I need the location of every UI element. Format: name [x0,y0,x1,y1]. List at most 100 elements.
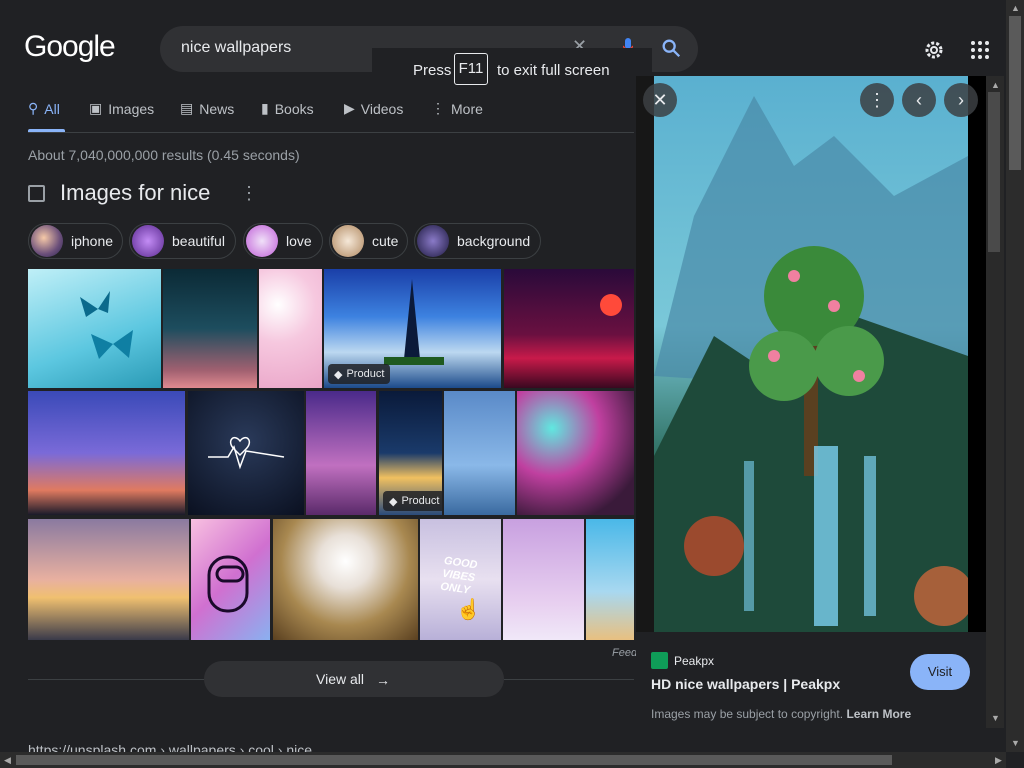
chevron-left-icon[interactable]: ‹ [902,83,936,117]
image-butterflies[interactable] [28,269,161,388]
chip-cute[interactable]: cute [329,223,408,259]
image-night-lake[interactable]: ◆ Product [379,391,442,515]
tab-videos[interactable]: ▶ Videos [344,100,403,117]
tab-books[interactable]: ▮ Books [261,100,314,117]
chip-beautiful[interactable]: beautiful [129,223,236,259]
tab-more[interactable]: ⋮ More [431,100,483,117]
scroll-right-icon[interactable]: ▶ [995,755,1002,766]
chip-label: iphone [71,233,114,249]
chip-iphone[interactable]: iphone [28,223,123,259]
tab-label: All [44,100,60,117]
tab-news[interactable]: ▤ News [180,100,234,117]
product-badge: ◆ Product [328,364,391,384]
chip-background[interactable]: background [414,223,541,259]
chip-label: background [457,233,531,249]
image-red-moon[interactable] [504,269,634,388]
search-input[interactable]: nice wallpapers [181,39,291,57]
good-vibes-artwork: GOOD VIBES ONLY [439,554,479,597]
preview-image[interactable] [654,76,974,632]
image-purple-palms[interactable] [306,391,376,515]
images-heading: Images for nice [28,180,210,206]
chip-thumbnail [132,225,164,257]
image-pink-marshmallows[interactable] [259,269,322,388]
chip-label: love [286,233,312,249]
scroll-down-icon[interactable]: ▼ [1011,738,1020,748]
source-site[interactable]: Peakpx [651,652,714,669]
badge-label: Product [401,495,440,507]
view-all-button[interactable]: View all → [204,661,504,697]
visit-button[interactable]: Visit [910,654,970,690]
tooltip-press: Press [413,62,452,79]
tag-icon: ◆ [334,368,343,381]
close-icon[interactable]: ✕ [643,83,677,117]
image-bridge-sunset[interactable] [28,519,189,640]
moon-graphic [600,294,622,316]
apps-grid-icon[interactable] [970,40,990,60]
search-icon[interactable] [660,37,682,59]
more-vert-icon: ⋮ [431,100,445,116]
scroll-down-icon[interactable]: ▼ [991,713,1000,723]
chip-label: beautiful [172,233,225,249]
tab-label: Books [274,100,314,117]
image-blue-tree[interactable] [444,391,515,515]
video-icon: ▶ [344,100,355,116]
google-logo[interactable]: Google [24,30,116,64]
fantasy-tree-artwork [654,76,974,632]
images-title[interactable]: Images for nice [60,180,210,206]
scrollbar-corner [1006,752,1024,768]
view-all-divider-left [28,679,204,680]
image-good-vibes[interactable]: GOOD VIBES ONLY ☝ [420,519,501,640]
more-vert-icon[interactable]: ⋮ [240,183,258,204]
image-pastel-palms[interactable] [503,519,584,640]
heartbeat-graphic [208,437,285,470]
image-icon [28,184,45,202]
product-badge: ◆ Product [383,491,442,511]
view-all-divider-right [504,679,634,680]
chip-thumbnail [31,225,63,257]
tabs-divider [28,132,634,133]
preview-image-edge [968,76,986,632]
book-icon: ▮ [261,100,269,116]
image-heartbeat[interactable] [188,391,304,515]
result-stats: About 7,040,000,000 results (0.45 second… [28,147,300,163]
news-icon: ▤ [180,100,194,116]
chip-thumbnail [246,225,278,257]
preview-title[interactable]: HD nice wallpapers | Peakpx [651,676,840,692]
image-giraffe[interactable] [586,519,634,640]
scroll-left-icon[interactable]: ◀ [4,755,11,766]
image-palm-night[interactable] [163,269,257,388]
gear-icon[interactable] [922,38,946,62]
source-name: Peakpx [674,653,715,668]
search-icon: ⚲ [28,100,39,116]
page-vertical-scrollbar-thumb[interactable] [1009,16,1021,170]
among-us-graphic [207,555,249,613]
image-among-us[interactable] [191,519,270,640]
scroll-up-icon[interactable]: ▲ [991,80,1000,90]
chip-love[interactable]: love [243,223,323,259]
tooltip-key: F11 [454,53,488,85]
more-vert-icon[interactable]: ⋮ [860,83,894,117]
tab-all[interactable]: ⚲ All [28,100,60,117]
page-horizontal-scrollbar-thumb[interactable] [16,755,892,765]
chevron-right-icon[interactable]: › [944,83,978,117]
tab-images[interactable]: ▣ Images [89,100,154,117]
scroll-up-icon[interactable]: ▲ [1011,3,1020,13]
learn-more-link[interactable]: Learn More [846,707,911,721]
peakpx-favicon [651,652,668,669]
image-eiffel-tower[interactable]: ◆ Product [324,269,501,388]
chip-label: cute [372,233,399,249]
image-palm-sunset[interactable] [28,391,185,515]
copyright-text: Images may be subject to copyright. [651,707,844,721]
tooltip-rest: to exit full screen [497,62,610,79]
hand-cursor-icon: ☝ [456,599,481,621]
image-cute-cat-cup[interactable] [273,519,418,640]
image-glass-marbles[interactable] [517,391,634,515]
tag-icon: ◆ [389,495,398,508]
image-icon: ▣ [89,100,103,116]
copyright-notice: Images may be subject to copyright. Lear… [651,707,911,721]
fullscreen-tooltip: Press F11 to exit full screen [372,48,652,92]
chip-thumbnail [332,225,364,257]
panel-scrollbar-thumb[interactable] [988,92,1000,252]
tab-label: News [199,100,235,117]
chip-thumbnail [417,225,449,257]
